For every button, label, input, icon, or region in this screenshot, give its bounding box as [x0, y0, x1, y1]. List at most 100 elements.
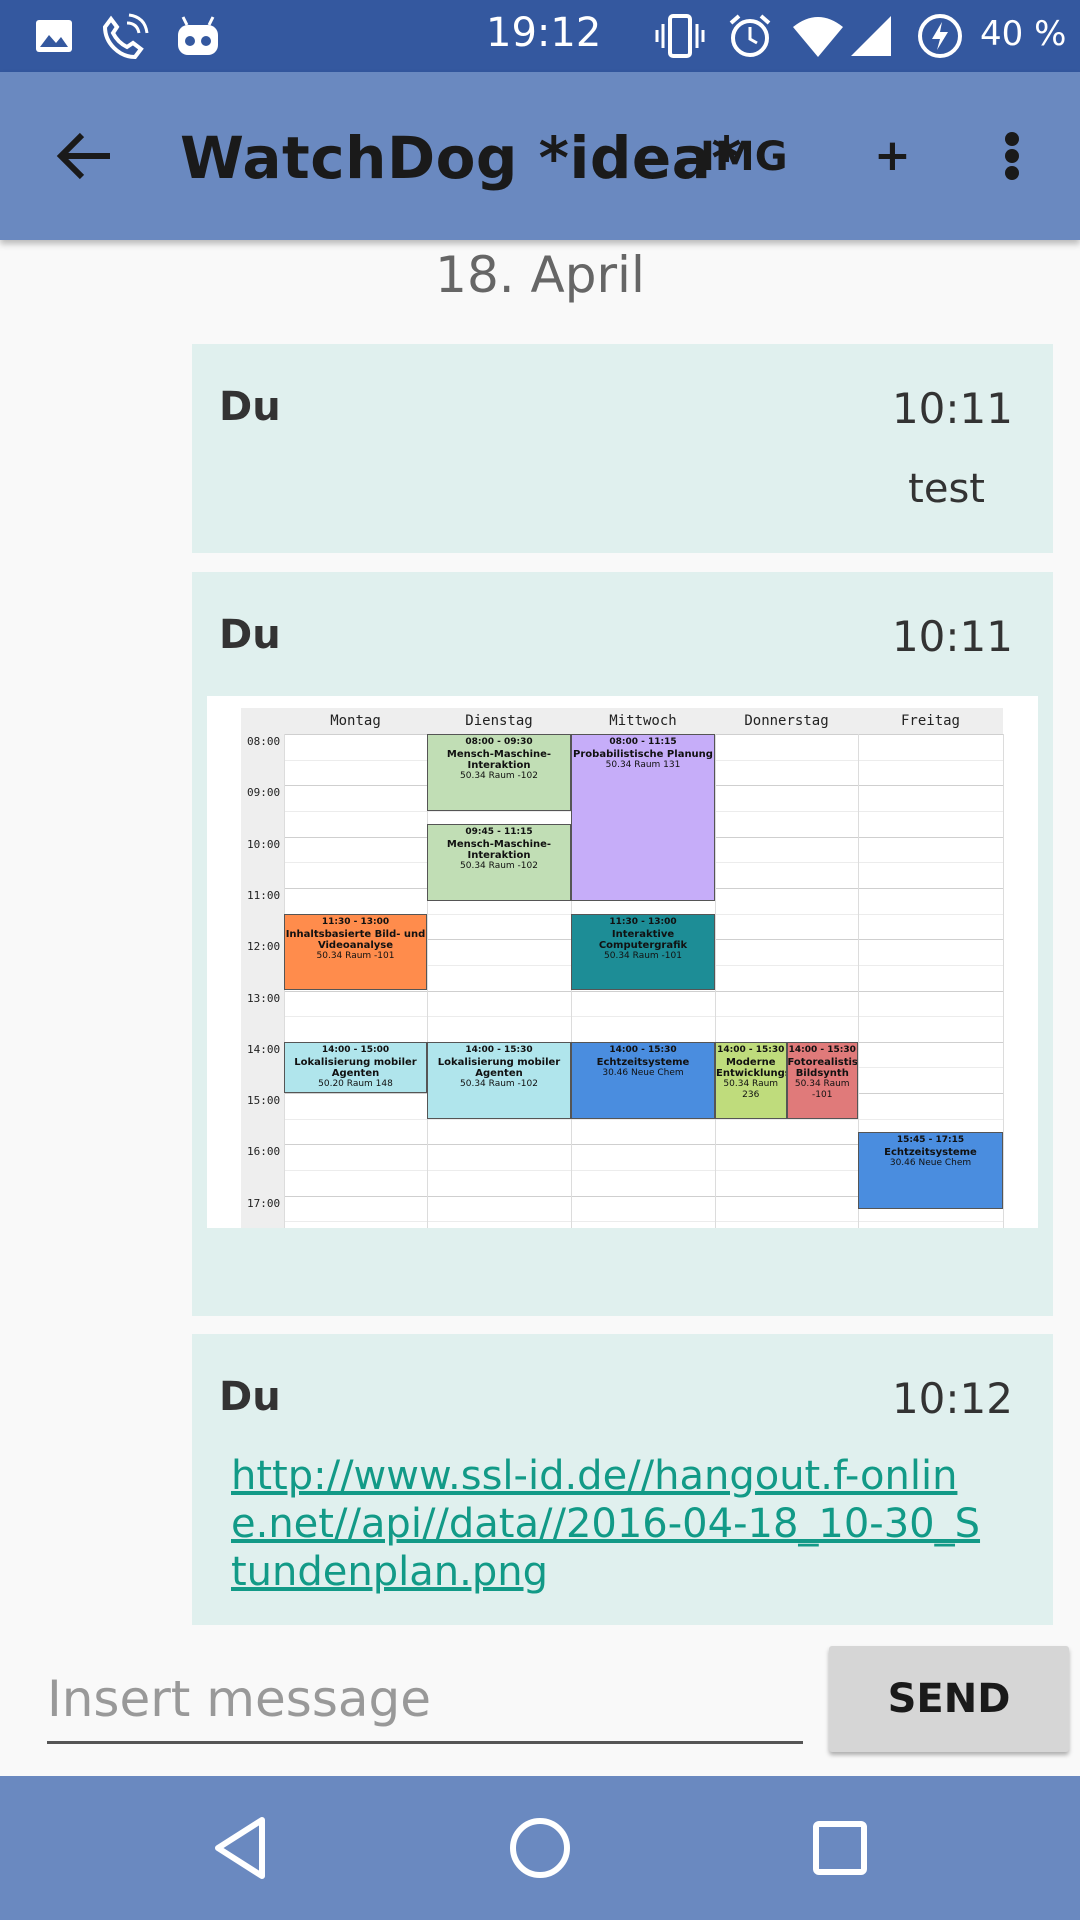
message-text: test [908, 466, 985, 512]
event-name: Fotorealistische Bildsynth [787, 1056, 858, 1079]
status-time: 19:12 [486, 10, 602, 56]
event-time: 11:30 - 13:00 [321, 916, 390, 927]
grid-column-line [1003, 734, 1004, 1228]
schedule-event: 09:45 - 11:15 Mensch-Maschine-Interaktion… [427, 823, 571, 901]
event-time: 08:00 - 11:15 [609, 737, 677, 747]
event-name: Moderne Entwicklungsumge [716, 1056, 786, 1079]
event-name: Echtzeitsysteme [884, 1146, 977, 1158]
send-button[interactable]: SEND [829, 1646, 1069, 1752]
battery-percent: 40 % [980, 14, 1067, 54]
event-room: 30.46 Neue Chem [889, 1157, 972, 1168]
event-time: 14:00 - 15:30 [609, 1044, 677, 1055]
message-time: 10:11 [891, 612, 1013, 661]
event-name: Mensch-Maschine-Interaktion [446, 838, 552, 861]
app-bar: WatchDog *idea* IMG + [0, 72, 1080, 240]
alarm-icon [726, 12, 774, 60]
nav-back-icon[interactable] [204, 1812, 276, 1884]
event-time: 14:00 - 15:30 [788, 1044, 856, 1055]
time-label: 14:00 [247, 1042, 281, 1056]
wifi-icon [790, 12, 846, 60]
event-room: 50.34 Raum 131 [605, 760, 681, 770]
time-label: 13:00 [247, 991, 281, 1005]
event-room: 50.34 Raum -101 [604, 950, 682, 961]
message-input[interactable]: Insert message [47, 1652, 803, 1744]
event-name: Lokalisierung mobiler Agenten [294, 1056, 417, 1079]
grid-line [284, 1118, 1003, 1120]
image-icon [34, 12, 74, 60]
time-label: 15:00 [247, 1094, 281, 1108]
event-time: 08:00 - 09:30 [465, 737, 533, 747]
time-label: 08:00 [247, 735, 281, 748]
day-header: Montag [284, 708, 427, 734]
add-button[interactable]: + [874, 130, 911, 181]
message-sender: Du [219, 384, 281, 430]
event-time: 15:45 - 17:15 [896, 1134, 965, 1145]
time-label: 17:00 [247, 1196, 281, 1210]
grid-line [284, 1016, 1003, 1018]
grid-line [284, 1221, 1003, 1223]
day-header: Freitag [858, 708, 1003, 734]
schedule-event: 14:00 - 15:00 Lokalisierung mobiler Agent… [284, 1041, 427, 1094]
time-label: 16:00 [247, 1145, 281, 1159]
time-label: 10:00 [247, 837, 281, 851]
schedule-event: 08:00 - 11:15 Probabilistische Planung 50.… [571, 734, 715, 901]
event-time: 11:30 - 13:00 [609, 916, 677, 927]
cell-signal-icon [848, 12, 894, 60]
schedule-event: 14:00 - 15:30 Echtzeitsysteme 30.46 Neue C… [571, 1041, 715, 1119]
day-header: Mittwoch [571, 708, 715, 734]
event-time: 14:00 - 15:30 [717, 1044, 785, 1055]
event-room: 50.34 Raum -101 [794, 1078, 850, 1100]
event-time: 14:00 - 15:30 [465, 1044, 533, 1055]
day-header-corner [241, 708, 284, 734]
event-room: 50.34 Raum -102 [460, 860, 538, 871]
navigation-bar [0, 1776, 1080, 1920]
nav-home-icon[interactable] [504, 1812, 576, 1884]
schedule-image[interactable]: Montag Dienstag Mittwoch Donnerstag Freitag 0… [207, 696, 1038, 1228]
app-title: WatchDog *idea* [180, 124, 743, 192]
day-header: Donnerstag [715, 708, 858, 734]
event-room: 50.34 Raum -102 [460, 1078, 538, 1089]
back-button[interactable] [44, 116, 124, 196]
arrow-back-icon [56, 132, 110, 180]
time-label: 11:00 [247, 888, 281, 902]
event-name: Probabilistische Planung [573, 749, 713, 760]
schedule-event: 11:30 - 13:00 Inhaltsbasierte Bild- und V… [284, 913, 427, 991]
schedule-event: 15:45 - 17:15 Echtzeitsysteme 30.46 Neue C… [858, 1131, 1003, 1209]
grid-line [284, 990, 1003, 992]
event-room: 50.34 Raum 236 [723, 1078, 779, 1100]
nav-recents-icon[interactable] [804, 1812, 876, 1884]
event-name: Echtzeitsysteme [596, 1056, 690, 1068]
event-room: 50.34 Raum -101 [316, 950, 395, 961]
overflow-menu-icon[interactable] [990, 124, 1034, 188]
time-label: 09:00 [247, 786, 281, 800]
message-link[interactable]: http://www.ssl-id.de//hangout.f-online.n… [231, 1452, 991, 1596]
event-room: 30.46 Neue Chem [602, 1067, 684, 1078]
schedule-grid: Montag Dienstag Mittwoch Donnerstag Freitag 0… [241, 708, 1004, 1228]
event-room: 50.34 Raum -102 [460, 771, 538, 781]
message-card[interactable]: Du 10:11 Montag Dienstag Mittwoch Donnersta… [192, 572, 1053, 1316]
android-robot-icon [174, 12, 222, 60]
event-name: Mensch-Maschine-Interaktion [446, 749, 552, 771]
schedule-event: 14:00 - 15:30 Lokalisierung mobiler Agent… [427, 1041, 571, 1119]
message-time: 10:12 [891, 1374, 1013, 1423]
event-name: Interaktive Computergrafik [598, 928, 688, 951]
event-name: Lokalisierung mobiler Agenten [437, 1056, 561, 1079]
status-bar: 19:12 40 % [0, 0, 1080, 72]
img-button[interactable]: IMG [700, 134, 788, 180]
schedule-event: 11:30 - 13:00 Interaktive Computergrafik 5… [571, 913, 715, 991]
date-header: 18. April [435, 246, 645, 304]
time-label: 12:00 [247, 940, 281, 954]
event-name: Inhaltsbasierte Bild- und Videoanalyse [285, 928, 426, 951]
schedule-event: 14:00 - 15:30Fotorealistische Bildsynth5… [786, 1041, 858, 1119]
schedule-event: 14:00 - 15:30Moderne Entwicklungsumge50.… [715, 1041, 787, 1119]
battery-charging-icon [914, 12, 966, 60]
event-room: 50.20 Raum 148 [318, 1078, 393, 1089]
message-card[interactable]: Du 10:12 http://www.ssl-id.de//hangout.f… [192, 1334, 1053, 1625]
message-time: 10:11 [891, 384, 1013, 433]
wifi-calling-icon [98, 12, 150, 60]
grid-column-line [715, 734, 716, 1228]
message-card[interactable]: Du 10:11 test [192, 344, 1053, 553]
message-sender: Du [219, 1374, 281, 1420]
schedule-event: 08:00 - 09:30 Mensch-Maschine-Interaktion… [427, 734, 571, 811]
day-header: Dienstag [427, 708, 571, 734]
